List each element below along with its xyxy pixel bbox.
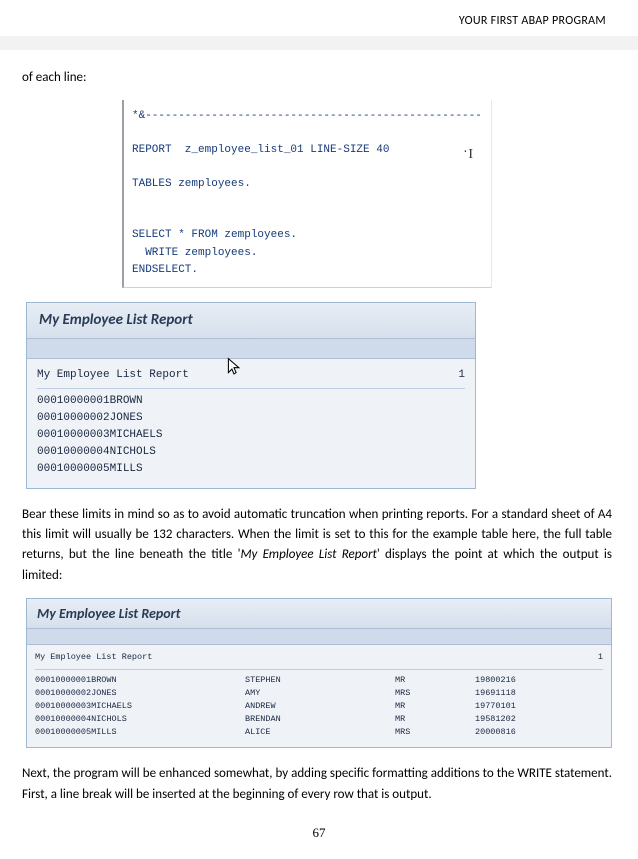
sap-report-panel: My Employee List Report My Employee List…: [26, 302, 476, 490]
sap-toolbar: [27, 629, 611, 645]
abap-code-box: *&--------------------------------------…: [122, 100, 492, 287]
code-line: TABLES zemployees.: [132, 178, 251, 190]
pointer-cursor-icon: [227, 357, 241, 377]
cell: ANDREW: [245, 700, 395, 713]
report-row: 00010000005MILLS: [37, 461, 465, 478]
body: of each line: *&------------------------…: [22, 0, 612, 805]
cell: 00010000005MILLS: [35, 726, 245, 739]
report-header-label: My Employee List Report: [37, 367, 277, 384]
cell: MRS: [395, 687, 475, 700]
cell: 00010000004NICHOLS: [35, 713, 245, 726]
cell: ALICE: [245, 726, 395, 739]
report-row: 00010000005MILLS ALICE MRS 20000816: [35, 726, 603, 739]
cell: 19770101: [475, 700, 603, 713]
code-line: ENDSELECT.: [132, 264, 198, 276]
text-cursor-icon: I: [468, 144, 473, 166]
report-row: 00010000004NICHOLS: [37, 444, 465, 461]
paragraph: Bear these limits in mind so as to avoid…: [22, 505, 612, 586]
page: YOUR FIRST ABAP PROGRAM of each line: *&…: [0, 0, 638, 859]
report-header-label: My Employee List Report: [35, 651, 583, 664]
page-number: 67: [0, 825, 638, 841]
text-emphasis: My Employee List Report: [240, 547, 376, 562]
cell: 20000816: [475, 726, 603, 739]
cell: MRS: [395, 726, 475, 739]
para-fragment-top: of each line:: [22, 68, 612, 88]
code-line: *&--------------------------------------…: [132, 110, 482, 122]
report-row: 00010000004NICHOLS BRENDAN MR 19581202: [35, 713, 603, 726]
cell: BRENDAN: [245, 713, 395, 726]
sap-titlebar: My Employee List Report: [27, 599, 611, 630]
report-row: 00010000003MICHAELS: [37, 427, 465, 444]
cell: STEPHEN: [245, 674, 395, 687]
code-line: REPORT z_employee_list_01 LINE-SIZE 40: [132, 144, 389, 156]
cell: 00010000003MICHAELS: [35, 700, 245, 713]
report-header-row: My Employee List Report 1: [37, 367, 465, 389]
cell: 00010000002JONES: [35, 687, 245, 700]
code-line: SELECT * FROM zemployees.: [132, 229, 297, 241]
header-rule: [0, 36, 638, 50]
sap-report-panel-wide: My Employee List Report My Employee List…: [26, 598, 612, 749]
code-figure: *&--------------------------------------…: [22, 100, 612, 287]
report-row: 00010000001BROWN: [37, 393, 465, 410]
cell: 19581202: [475, 713, 603, 726]
report-header-row: My Employee List Report 1: [35, 651, 603, 669]
sap-titlebar: My Employee List Report: [27, 303, 475, 339]
cell: AMY: [245, 687, 395, 700]
sap-report-body: My Employee List Report 1 00010000001BRO…: [27, 359, 475, 488]
cell: 19800216: [475, 674, 603, 687]
cell: 00010000001BROWN: [35, 674, 245, 687]
sap-report-body: My Employee List Report 1 00010000001BRO…: [27, 645, 611, 747]
paragraph: Next, the program will be enhanced somew…: [22, 764, 612, 804]
code-line: WRITE zemployees.: [132, 247, 257, 259]
cell: MR: [395, 713, 475, 726]
report-header-pageno: 1: [277, 367, 465, 384]
cell: MR: [395, 700, 475, 713]
report-row: 00010000003MICHAELS ANDREW MR 19770101: [35, 700, 603, 713]
page-header: YOUR FIRST ABAP PROGRAM: [459, 14, 606, 28]
cell: MR: [395, 674, 475, 687]
report-header-pageno: 1: [583, 651, 603, 664]
report-row: 00010000001BROWN STEPHEN MR 19800216: [35, 674, 603, 687]
sap-toolbar: [27, 339, 475, 359]
report-row: 00010000002JONES AMY MRS 19691118: [35, 687, 603, 700]
cell: 19691118: [475, 687, 603, 700]
report-row: 00010000002JONES: [37, 410, 465, 427]
